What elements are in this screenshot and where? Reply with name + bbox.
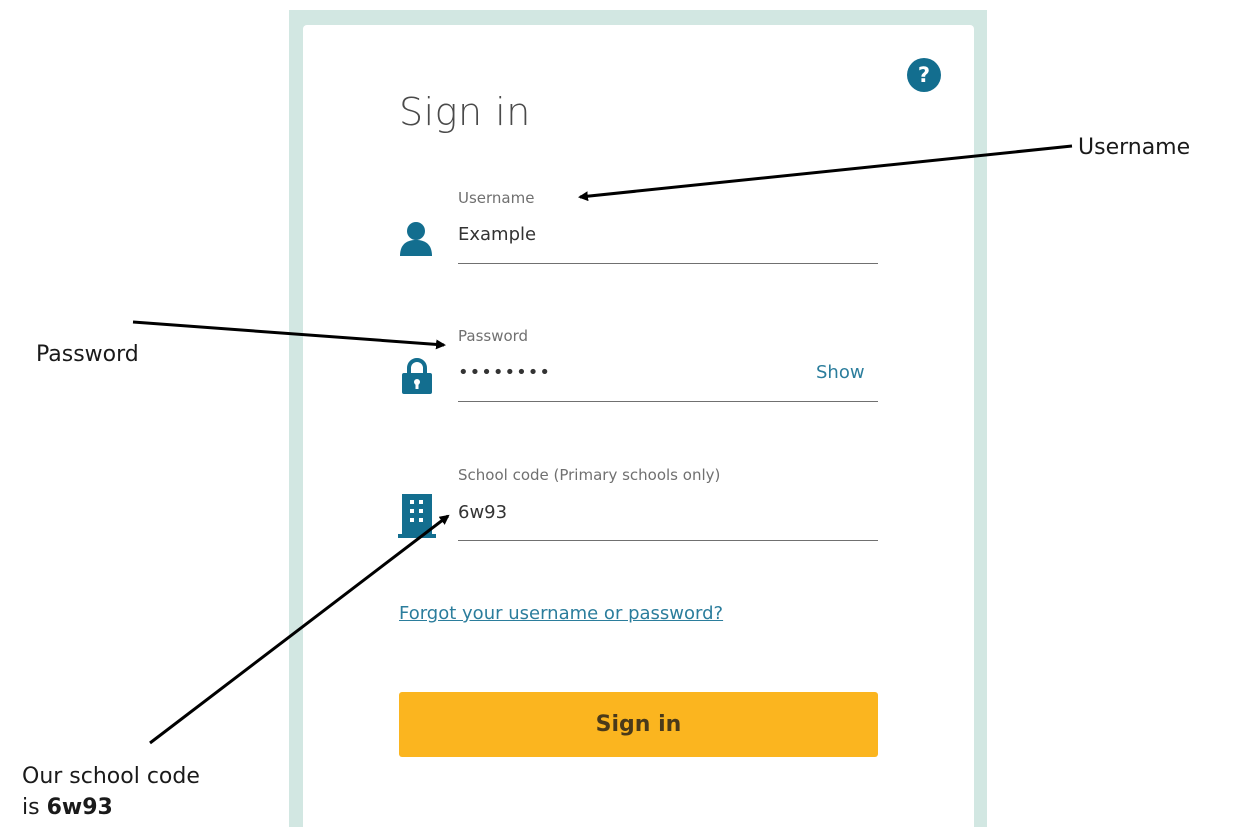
username-arrow (578, 144, 1073, 202)
school-code-arrow (149, 514, 450, 745)
annotation-arrows (132, 144, 1073, 745)
password-arrow (132, 320, 446, 350)
